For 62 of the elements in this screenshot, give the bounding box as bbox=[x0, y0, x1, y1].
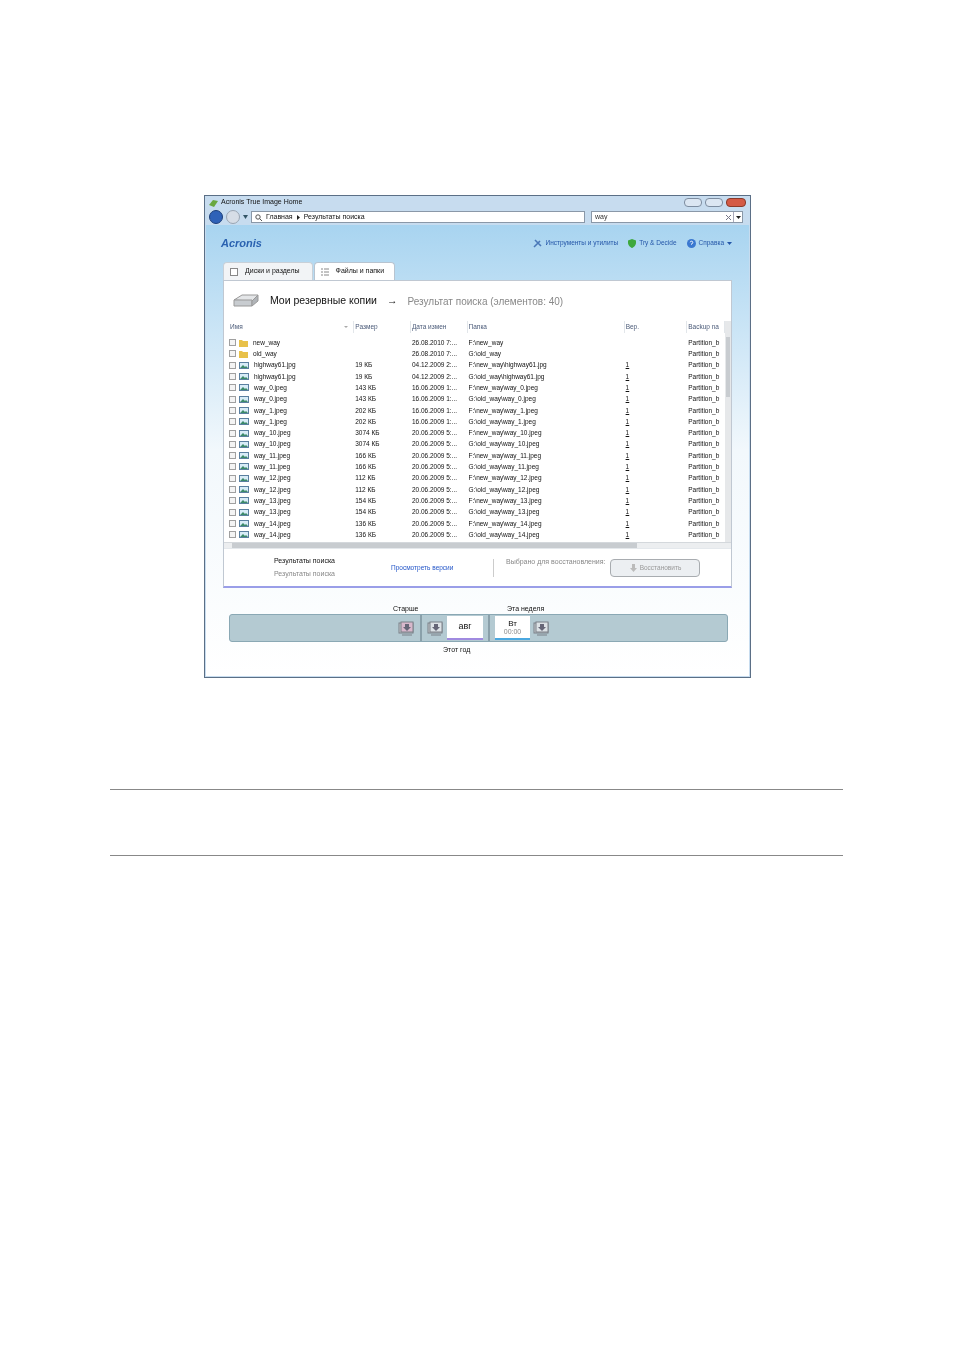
checkbox[interactable] bbox=[229, 384, 236, 392]
minimize-button[interactable] bbox=[684, 198, 702, 207]
back-button[interactable] bbox=[209, 210, 223, 224]
chevron-icon bbox=[296, 214, 300, 220]
search-icon bbox=[255, 213, 262, 221]
checkbox[interactable] bbox=[229, 497, 236, 505]
checkbox[interactable] bbox=[229, 373, 236, 381]
arrow-glyph: → bbox=[386, 293, 398, 309]
image-file-icon bbox=[239, 406, 249, 414]
heading-title: Мои резервные копии bbox=[270, 293, 377, 309]
caret-icon bbox=[727, 241, 732, 245]
checkbox[interactable] bbox=[229, 474, 236, 482]
checkbox[interactable] bbox=[229, 519, 236, 527]
checkbox[interactable] bbox=[229, 440, 236, 448]
dropdown-icon[interactable] bbox=[733, 212, 742, 222]
checkbox[interactable] bbox=[229, 429, 236, 437]
caret-icon[interactable] bbox=[243, 215, 248, 219]
checkbox[interactable] bbox=[229, 361, 236, 369]
horizontal-scrollbar[interactable] bbox=[224, 542, 731, 548]
image-file-icon bbox=[239, 440, 249, 448]
image-file-icon bbox=[239, 384, 249, 392]
app-icon bbox=[209, 198, 218, 207]
month-tile[interactable]: авг bbox=[447, 616, 483, 640]
image-file-icon bbox=[239, 361, 249, 369]
backup-icon[interactable] bbox=[427, 620, 444, 636]
scrollbar[interactable] bbox=[725, 333, 731, 542]
image-file-icon bbox=[239, 531, 249, 539]
checkbox[interactable] bbox=[229, 418, 236, 426]
image-file-icon bbox=[239, 497, 249, 505]
scrollbar[interactable] bbox=[725, 321, 731, 333]
backup-icon[interactable] bbox=[533, 620, 550, 636]
clear-icon[interactable] bbox=[723, 212, 733, 222]
list-icon bbox=[320, 267, 329, 276]
image-file-icon bbox=[239, 429, 249, 437]
checkbox[interactable] bbox=[229, 531, 236, 539]
close-button[interactable] bbox=[726, 198, 746, 207]
logo: Acronis bbox=[221, 235, 263, 251]
checkbox[interactable] bbox=[229, 350, 236, 358]
image-file-icon bbox=[239, 519, 249, 527]
image-file-icon bbox=[239, 418, 249, 426]
image-file-icon bbox=[239, 395, 249, 403]
tools-icon bbox=[533, 238, 543, 248]
checkbox[interactable] bbox=[229, 406, 236, 414]
checkbox[interactable] bbox=[229, 452, 236, 460]
image-file-icon bbox=[239, 474, 249, 482]
checkbox[interactable] bbox=[229, 339, 236, 347]
checkbox[interactable] bbox=[229, 486, 236, 493]
heading-subtitle: Результат поиска (элементов: 40) bbox=[407, 294, 564, 309]
help-icon bbox=[686, 238, 696, 248]
image-file-icon bbox=[239, 508, 249, 516]
hard-drive-icon bbox=[232, 294, 260, 308]
shield-icon bbox=[628, 238, 637, 248]
checkbox[interactable] bbox=[229, 508, 236, 516]
backup-icon[interactable] bbox=[398, 620, 415, 636]
image-file-icon bbox=[239, 452, 249, 460]
image-file-icon bbox=[239, 463, 249, 471]
checkbox[interactable] bbox=[229, 395, 236, 403]
image-file-icon bbox=[239, 373, 249, 381]
download-arrow-icon bbox=[629, 563, 637, 572]
checkbox[interactable] bbox=[229, 463, 236, 471]
image-file-icon bbox=[239, 486, 249, 493]
maximize-button[interactable] bbox=[705, 198, 723, 207]
